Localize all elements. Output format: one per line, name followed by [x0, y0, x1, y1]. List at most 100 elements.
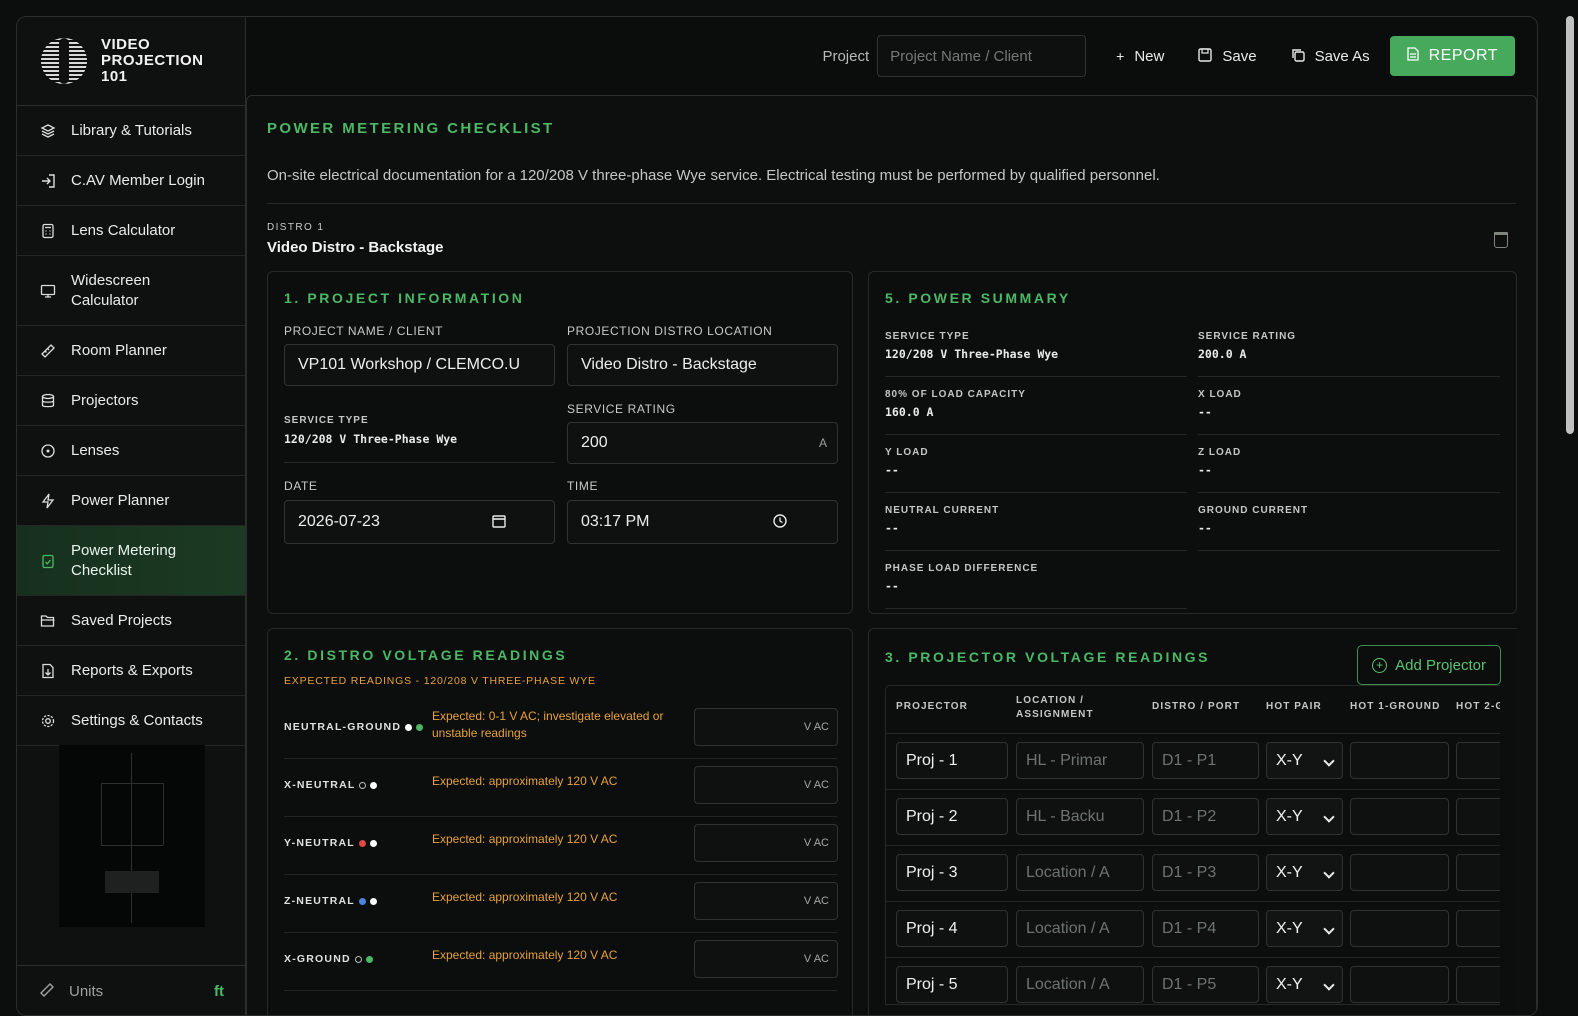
- sidebar-item-library-tutorials[interactable]: Library & Tutorials: [17, 106, 245, 156]
- summary-value: --: [885, 521, 899, 535]
- sidebar-item-label: Lens Calculator: [71, 221, 176, 239]
- project-name-label: PROJECT NAME / CLIENT: [284, 324, 444, 338]
- location-input[interactable]: Location / A: [1016, 910, 1144, 947]
- location-input[interactable]: HL - Primar: [1016, 742, 1144, 779]
- card-title: 5. POWER SUMMARY: [885, 290, 1071, 306]
- distro-port-input[interactable]: D1 - P1: [1152, 742, 1259, 779]
- report-button[interactable]: REPORT: [1389, 36, 1515, 76]
- voltage-input[interactable]: V AC: [694, 882, 838, 920]
- units-value: ft: [214, 983, 224, 1000]
- sidebar-item-power-planner[interactable]: Power Planner: [17, 476, 245, 526]
- voltage-reading-row: Y-NEUTRAL Expected: approximately 120 V A…: [284, 817, 838, 875]
- projector-name-input[interactable]: Proj - 3: [896, 854, 1008, 891]
- unit-suffix: V AC: [803, 837, 829, 849]
- summary-value: --: [885, 579, 899, 593]
- wire-color-dot-icon: [416, 723, 424, 731]
- table-row: Proj - 2 HL - Backu D1 - P2 X-Y: [886, 790, 1500, 846]
- sidebar-item-label: Library & Tutorials: [71, 121, 192, 139]
- sidebar-item-label: Power Metering Checklist: [71, 541, 177, 579]
- distro-port-input[interactable]: D1 - P2: [1152, 798, 1259, 835]
- clock-icon[interactable]: [773, 514, 787, 533]
- hot2-ground-input[interactable]: [1456, 966, 1500, 1003]
- table-row: Proj - 5 Location / A D1 - P5 X-Y: [886, 958, 1500, 1004]
- save-as-button[interactable]: Save As: [1277, 35, 1384, 77]
- expected-reading-text: Expected: approximately 120 V AC: [432, 832, 618, 846]
- column-header: DISTRO / PORT: [1152, 701, 1241, 712]
- project-information-card: 1. PROJECT INFORMATION PROJECT NAME / CL…: [267, 271, 853, 614]
- file-export-icon: [39, 662, 57, 680]
- page-scrollbar[interactable]: [1566, 16, 1574, 434]
- table-row: Proj - 4 Location / A D1 - P4 X-Y: [886, 902, 1500, 958]
- wire-color-dot-icon: [354, 955, 362, 963]
- sidebar-item-power-metering-checklist[interactable]: Power Metering Checklist: [17, 526, 245, 596]
- add-projector-button[interactable]: + Add Projector: [1357, 645, 1501, 685]
- hot-pair-select[interactable]: X-Y: [1266, 966, 1343, 1003]
- sidebar-item-label: Settings & Contacts: [71, 711, 203, 729]
- voltage-reading-row: X-GROUND Expected: approximately 120 V AC…: [284, 933, 838, 991]
- hot-pair-select[interactable]: X-Y: [1266, 854, 1343, 891]
- reading-label: Y-NEUTRAL: [284, 837, 377, 849]
- project-name-field[interactable]: VP101 Workshop / CLEMCO.U: [284, 344, 555, 386]
- sidebar-item-widescreen-calculator[interactable]: Widescreen Calculator: [17, 256, 245, 326]
- expected-reading-text: Expected: approximately 120 V AC: [432, 890, 618, 904]
- summary-label: PHASE LOAD DIFFERENCE: [885, 563, 1039, 574]
- sidebar-item-lenses[interactable]: Lenses: [17, 426, 245, 476]
- hot2-ground-input[interactable]: [1456, 798, 1500, 835]
- new-button[interactable]: + New: [1102, 35, 1178, 77]
- wire-color-dot-icon: [358, 897, 366, 905]
- sidebar-item-saved-projects[interactable]: Saved Projects: [17, 596, 245, 646]
- wire-color-dot-icon: [405, 723, 413, 731]
- hot-pair-select[interactable]: X-Y: [1266, 798, 1343, 835]
- projector-name-input[interactable]: Proj - 1: [896, 742, 1008, 779]
- projector-name-input[interactable]: Proj - 2: [896, 798, 1008, 835]
- hot1-ground-input[interactable]: [1350, 910, 1449, 947]
- projector-name-input[interactable]: Proj - 5: [896, 966, 1008, 1003]
- hot2-ground-input[interactable]: [1456, 854, 1500, 891]
- hot2-ground-input[interactable]: [1456, 742, 1500, 779]
- app-window: VIDEO PROJECTION 101 Library & Tutorials C.…: [16, 16, 1538, 1016]
- hot2-ground-input[interactable]: [1456, 910, 1500, 947]
- projector-name-input[interactable]: Proj - 4: [896, 910, 1008, 947]
- sidebar-item-lens-calculator[interactable]: Lens Calculator: [17, 206, 245, 256]
- reading-label: Z-NEUTRAL: [284, 895, 377, 907]
- sidebar-item-projectors[interactable]: Projectors: [17, 376, 245, 426]
- summary-cell: NEUTRAL CURRENT --: [885, 493, 1187, 551]
- sidebar-item-label: Room Planner: [71, 341, 167, 359]
- distro-port-input[interactable]: D1 - P5: [1152, 966, 1259, 1003]
- voltage-input[interactable]: V AC: [694, 824, 838, 862]
- sidebar-item-settings-contacts[interactable]: Settings & Contacts: [17, 696, 245, 746]
- sidebar-item-room-planner[interactable]: Room Planner: [17, 326, 245, 376]
- location-input[interactable]: Location / A: [1016, 966, 1144, 1003]
- topbar: Project Project Name / Client + New Save …: [246, 17, 1537, 95]
- date-field[interactable]: 2026-07-23: [284, 500, 555, 544]
- sidebar-item-reports-exports[interactable]: Reports & Exports: [17, 646, 245, 696]
- wire-color-dot-icon: [365, 955, 373, 963]
- calendar-icon[interactable]: [492, 514, 506, 533]
- document-icon: [1406, 46, 1419, 66]
- brand[interactable]: VIDEO PROJECTION 101: [17, 17, 245, 106]
- location-input[interactable]: Location / A: [1016, 854, 1144, 891]
- distro-location-field[interactable]: Video Distro - Backstage: [567, 344, 838, 386]
- save-button[interactable]: Save: [1184, 35, 1270, 77]
- distro-port-input[interactable]: D1 - P3: [1152, 854, 1259, 891]
- distro-port-input[interactable]: D1 - P4: [1152, 910, 1259, 947]
- project-name-input[interactable]: Project Name / Client: [877, 35, 1087, 77]
- hot1-ground-input[interactable]: [1350, 798, 1449, 835]
- unit-suffix: V AC: [803, 779, 829, 791]
- hot1-ground-input[interactable]: [1350, 854, 1449, 891]
- sidebar-item-label: Projectors: [71, 391, 139, 409]
- sidebar-item-c-av-member-login[interactable]: C.AV Member Login: [17, 156, 245, 206]
- voltage-input[interactable]: V AC: [694, 940, 838, 978]
- units-toggle[interactable]: Units ft: [17, 965, 246, 1015]
- hot-pair-select[interactable]: X-Y: [1266, 742, 1343, 779]
- voltage-input[interactable]: V AC: [694, 708, 838, 746]
- service-rating-field[interactable]: 200 A: [567, 422, 838, 464]
- lens-icon: [39, 442, 57, 460]
- location-input[interactable]: HL - Backu: [1016, 798, 1144, 835]
- trash-icon[interactable]: [1494, 232, 1508, 248]
- voltage-input[interactable]: V AC: [694, 766, 838, 804]
- hot1-ground-input[interactable]: [1350, 966, 1449, 1003]
- hot-pair-select[interactable]: X-Y: [1266, 910, 1343, 947]
- hot1-ground-input[interactable]: [1350, 742, 1449, 779]
- time-field[interactable]: 03:17 PM: [567, 500, 838, 544]
